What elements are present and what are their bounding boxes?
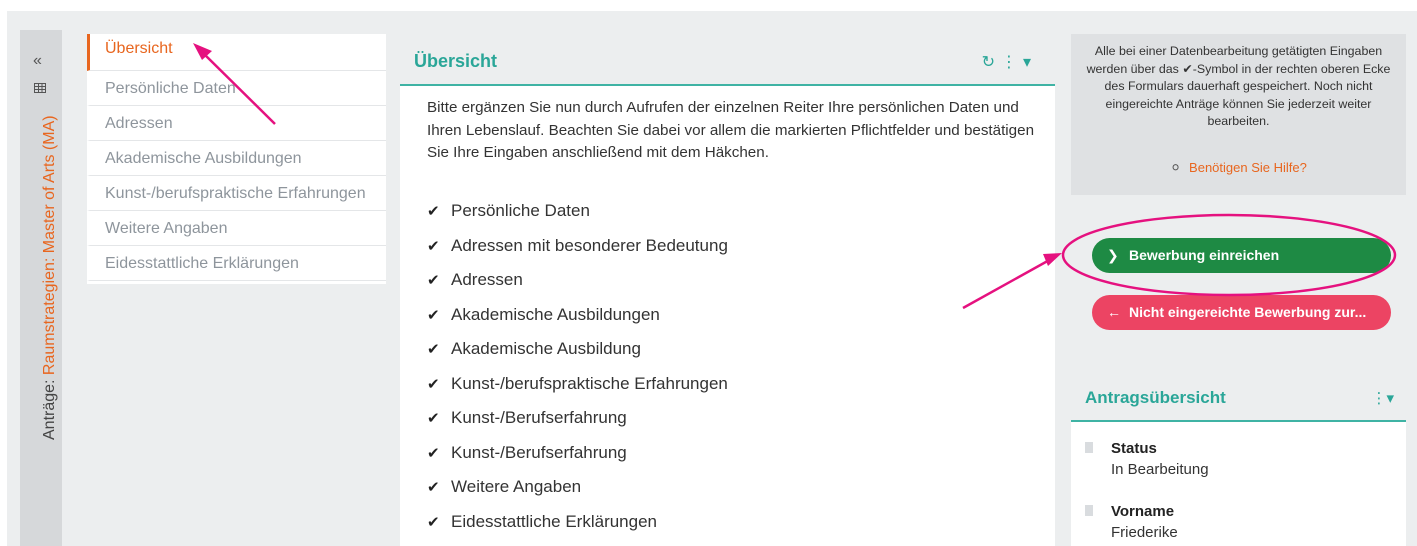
nav-item-eidesstattliche-erklaerungen[interactable]: Eidesstattliche Erklärungen: [87, 246, 386, 281]
list-item: ✔ Kunst-/Berufserfahrung: [427, 401, 728, 436]
nav-item-uebersicht[interactable]: Übersicht: [87, 34, 386, 71]
overview-title: Übersicht: [414, 51, 498, 71]
card-tools: ↻⋮▾: [982, 52, 1037, 72]
summary-header: Antragsübersicht ⋮▾: [1071, 375, 1406, 422]
lightbulb-icon: ⚪: [1170, 160, 1182, 175]
chevron-right-icon: ❯: [1107, 247, 1119, 263]
sidebar-strip: « Anträge: Raumstrategien: Master of Art…: [20, 30, 62, 546]
check-icon: ✔: [427, 479, 440, 496]
completed-sections-list: ✔ Persönliche Daten ✔ Adressen mit besonde…: [427, 194, 728, 539]
list-item: ✔ Adressen mit besonderer Bedeutung: [427, 229, 728, 264]
applications-label: Anträge:: [41, 379, 58, 440]
list-item: ✔ Akademische Ausbildung: [427, 332, 728, 367]
list-item-label: Kunst-/Berufserfahrung: [451, 442, 627, 462]
check-icon: ✔: [427, 341, 440, 358]
overview-card-header: Übersicht ↻⋮▾: [400, 34, 1055, 86]
field-value: Friederike: [1111, 524, 1178, 541]
kebab-menu-icon[interactable]: ⋮▾: [1371, 389, 1394, 407]
intro-text: Bitte ergänzen Sie nun durch Aufrufen de…: [427, 99, 1035, 161]
application-vertical-label: Anträge: Raumstrategien: Master of Arts …: [41, 115, 59, 440]
back-to-drafts-button[interactable]: ← Nicht eingereichte Bewerbung zur...: [1092, 295, 1391, 330]
list-item-label: Kunst-/berufspraktische Erfahrungen: [451, 373, 728, 393]
application-summary: Antragsübersicht ⋮▾ Status In Bearbeitun…: [1071, 375, 1406, 546]
list-item-label: Akademische Ausbildungen: [451, 304, 660, 324]
list-item-label: Adressen mit besonderer Bedeutung: [451, 235, 728, 255]
field-label: Status: [1111, 440, 1157, 457]
checkmark-icon: ✔: [1182, 61, 1193, 76]
list-item: ✔ Weitere Angaben: [427, 470, 728, 505]
nav-item-adressen[interactable]: Adressen: [87, 106, 386, 141]
list-item: ✔ Persönliche Daten: [427, 194, 728, 229]
back-to-drafts-label: Nicht eingereichte Bewerbung zur...: [1129, 304, 1367, 320]
list-item: ✔ Kunst-/Berufserfahrung: [427, 436, 728, 471]
table-icon[interactable]: [34, 83, 46, 93]
list-item-label: Adressen: [451, 270, 523, 289]
check-icon: ✔: [427, 513, 440, 531]
submit-application-button[interactable]: ❯ Bewerbung einreichen: [1092, 238, 1391, 273]
check-icon: ✔: [427, 410, 440, 427]
list-item: ✔ Akademische Ausbildungen: [427, 298, 728, 333]
field-value: In Bearbeitung: [1111, 461, 1209, 478]
check-icon: ✔: [427, 444, 440, 462]
info-box: Alle bei einer Datenbearbeitung getätigt…: [1071, 34, 1406, 195]
help-label[interactable]: Benötigen Sie Hilfe?: [1189, 160, 1307, 175]
list-item-label: Akademische Ausbildung: [451, 339, 641, 358]
overview-card: Übersicht ↻⋮▾ Bitte ergänzen Sie nun dur…: [400, 34, 1055, 546]
submit-application-label: Bewerbung einreichen: [1129, 247, 1280, 263]
check-icon: ✔: [427, 272, 440, 289]
section-nav: Übersicht Persönliche Daten Adressen Aka…: [87, 34, 386, 284]
kebab-menu-icon[interactable]: ⋮▾: [1001, 54, 1037, 71]
list-item: ✔ Kunst-/berufspraktische Erfahrungen: [427, 367, 728, 402]
reload-icon[interactable]: ↻: [982, 54, 1001, 71]
nav-item-persoenliche-daten[interactable]: Persönliche Daten: [87, 71, 386, 106]
check-icon: ✔: [427, 375, 440, 393]
field-label: Vorname: [1111, 503, 1175, 520]
list-item-label: Eidesstattliche Erklärungen: [451, 511, 658, 531]
nav-item-kunst-berufspraktische-erfahrungen[interactable]: Kunst-/berufspraktische Erfahrungen: [87, 176, 386, 211]
arrow-left-icon: ←: [1107, 304, 1121, 320]
program-name[interactable]: Raumstrategien: Master of Arts (MA): [41, 115, 58, 375]
help-link[interactable]: ⚪ Benötigen Sie Hilfe?: [1071, 159, 1406, 177]
check-icon: ✔: [427, 203, 440, 220]
list-item-label: Weitere Angaben: [451, 477, 582, 496]
list-item: ✔ Eidesstattliche Erklärungen: [427, 505, 728, 540]
list-item-label: Kunst-/Berufserfahrung: [451, 408, 627, 427]
info-text: Alle bei einer Datenbearbeitung getätigt…: [1081, 43, 1396, 131]
summary-title: Antragsübersicht: [1085, 388, 1226, 407]
bookmark-icon: [1085, 442, 1093, 453]
bookmark-icon: [1085, 505, 1093, 516]
list-item: ✔ Adressen: [427, 263, 728, 298]
check-icon: ✔: [427, 306, 440, 324]
double-chevron-left-icon[interactable]: «: [33, 52, 42, 70]
list-item-label: Persönliche Daten: [451, 201, 590, 220]
nav-item-weitere-angaben[interactable]: Weitere Angaben: [87, 211, 386, 246]
nav-item-akademische-ausbildungen[interactable]: Akademische Ausbildungen: [87, 141, 386, 176]
check-icon: ✔: [427, 237, 440, 255]
